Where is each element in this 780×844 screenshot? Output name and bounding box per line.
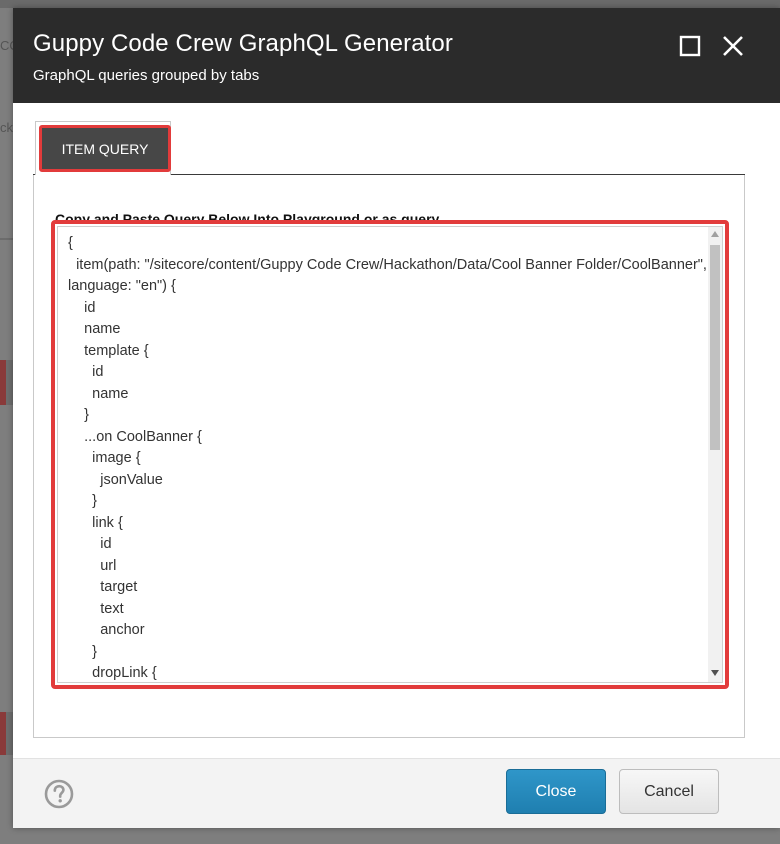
query-line: link { xyxy=(68,514,123,531)
tab-item-query[interactable]: ITEM QUERY xyxy=(35,121,171,175)
scroll-down-arrow-icon[interactable] xyxy=(708,666,722,680)
query-line: } xyxy=(68,493,98,509)
graphql-generator-dialog: Guppy Code Crew GraphQL Generator GraphQ… xyxy=(13,8,780,828)
background-marker xyxy=(0,712,6,755)
query-line: { xyxy=(68,235,73,251)
query-highlight-frame: { item(path: "/sitecore/content/Guppy Co… xyxy=(51,220,729,689)
close-icon xyxy=(723,36,743,56)
query-line: name xyxy=(68,321,121,337)
query-line: url xyxy=(68,557,117,574)
maximize-button[interactable] xyxy=(678,34,702,58)
tab-item-query-label: ITEM QUERY xyxy=(39,125,171,172)
query-scrollbar[interactable] xyxy=(708,227,722,682)
query-line: id xyxy=(68,364,104,380)
close-dialog-button[interactable] xyxy=(721,34,745,58)
scroll-thumb[interactable] xyxy=(710,245,720,450)
query-line: id xyxy=(68,299,96,316)
tab-panel: Copy and Paste Query Below Into Playgrou… xyxy=(33,175,745,738)
dialog-header: Guppy Code Crew GraphQL Generator GraphQ… xyxy=(13,8,780,103)
maximize-icon xyxy=(679,35,701,57)
query-line: image { xyxy=(68,450,141,466)
query-line: target xyxy=(68,579,138,595)
query-line: dropLink { xyxy=(68,665,157,681)
help-icon xyxy=(44,779,74,809)
query-line: template { xyxy=(68,342,149,359)
query-line: } xyxy=(68,407,89,423)
query-line: anchor xyxy=(68,622,145,638)
help-button[interactable] xyxy=(44,779,74,809)
scroll-up-arrow-icon[interactable] xyxy=(708,227,722,241)
dialog-footer: Close Cancel xyxy=(13,758,780,828)
query-line: ...on CoolBanner { xyxy=(68,428,202,445)
query-line: item(path: "/sitecore/content/Guppy Code… xyxy=(68,256,707,295)
query-textarea[interactable]: { item(path: "/sitecore/content/Guppy Co… xyxy=(57,226,723,683)
close-button[interactable]: Close xyxy=(506,769,606,814)
tab-strip: ITEM QUERY xyxy=(33,121,745,175)
query-line: name xyxy=(68,385,129,402)
query-line: text xyxy=(68,600,124,617)
dialog-title: Guppy Code Crew GraphQL Generator xyxy=(33,30,453,57)
background-topbar xyxy=(0,0,780,8)
query-line: jsonValue xyxy=(68,471,163,488)
dialog-subtitle: GraphQL queries grouped by tabs xyxy=(33,67,260,84)
cancel-button[interactable]: Cancel xyxy=(619,769,719,814)
query-line: id xyxy=(68,536,112,552)
background-marker xyxy=(0,360,6,405)
query-text: { item(path: "/sitecore/content/Guppy Co… xyxy=(68,233,708,682)
query-line: } xyxy=(68,643,98,660)
